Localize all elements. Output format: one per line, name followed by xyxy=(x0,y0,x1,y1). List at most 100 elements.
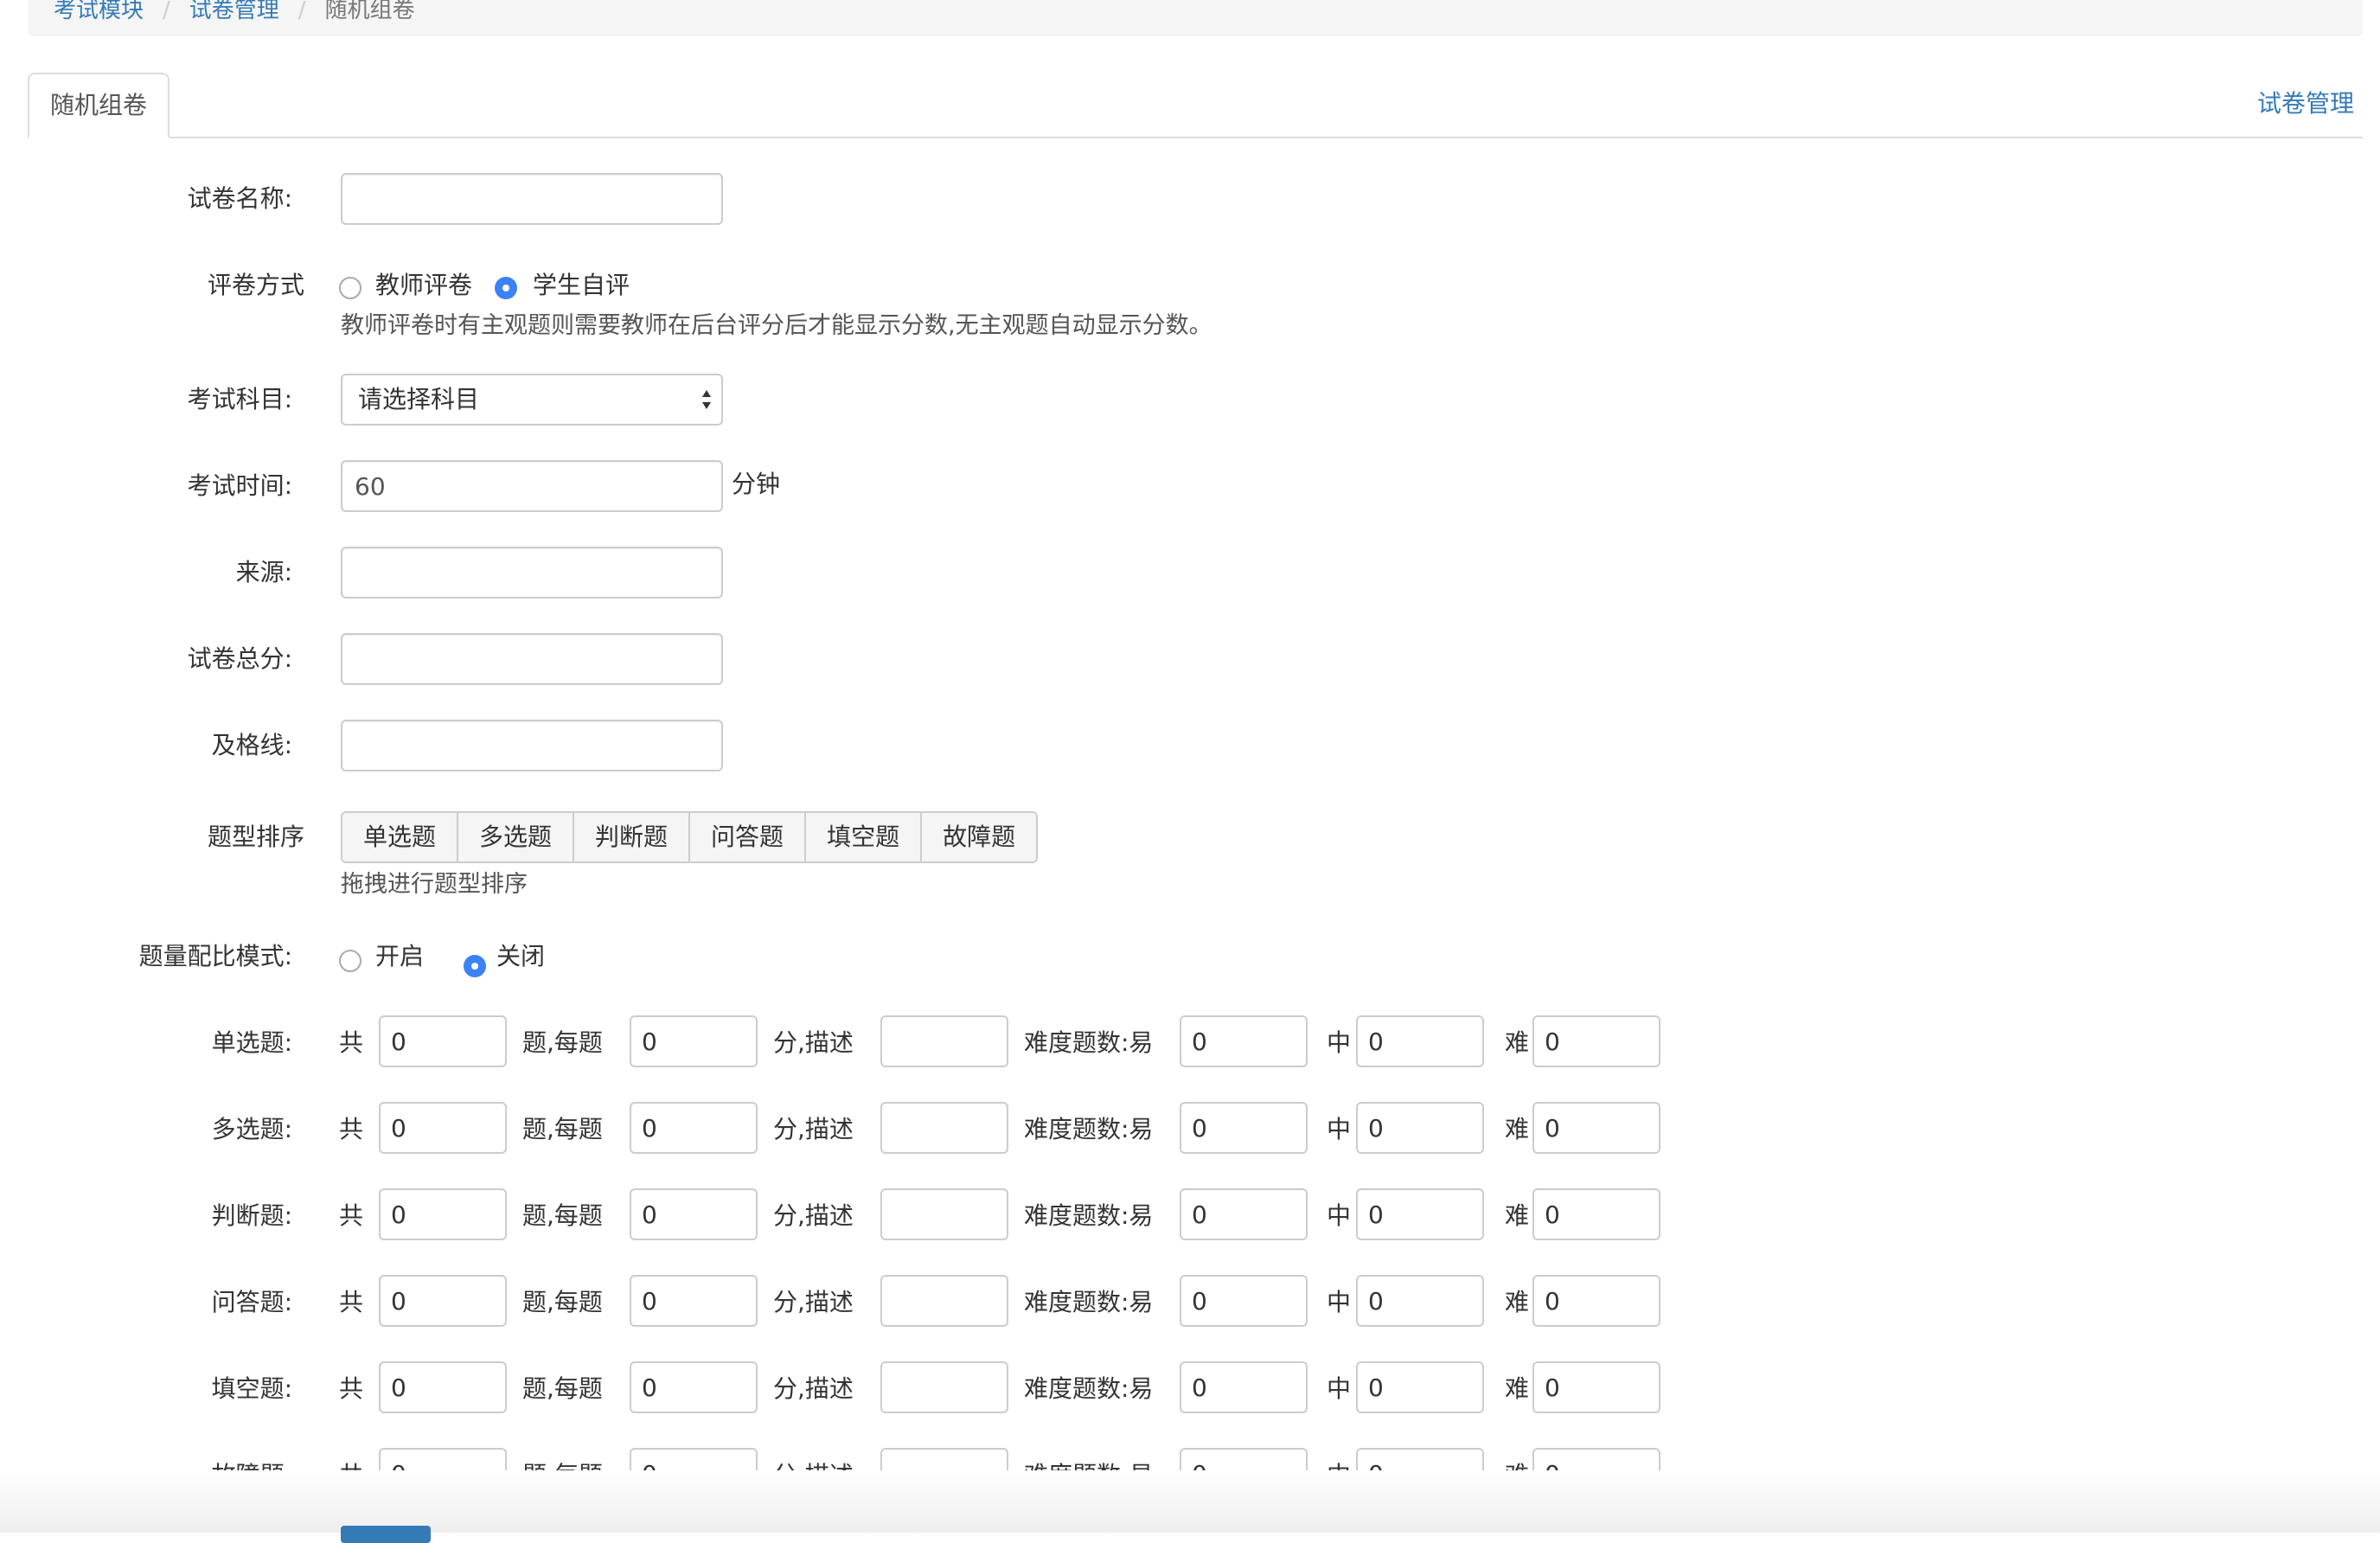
duration-unit: 分钟 xyxy=(732,470,781,498)
per-question-word: 题,每题 xyxy=(522,1028,603,1057)
radio-ratio-off-label: 关闭 xyxy=(496,942,546,970)
question-row-single-choice: 单选题: 共 题,每题 分,描述 难度题数:易 中 难 xyxy=(0,1015,2380,1071)
hard-count-input[interactable] xyxy=(1532,1275,1660,1327)
medium-word: 中 xyxy=(1327,1374,1352,1403)
description-word: 分,描述 xyxy=(773,1288,854,1316)
easy-count-input[interactable] xyxy=(1180,1102,1308,1154)
description-input[interactable] xyxy=(880,1275,1008,1327)
breadcrumb-link-paper-management[interactable]: 试卷管理 xyxy=(189,0,279,22)
radio-student-self-grading[interactable] xyxy=(495,277,517,299)
tab-bar-divider xyxy=(28,137,2363,138)
paper-name-label: 试卷名称: xyxy=(187,184,292,213)
score-per-question-input[interactable] xyxy=(630,1015,758,1067)
medium-count-input[interactable] xyxy=(1356,1102,1484,1154)
description-input[interactable] xyxy=(880,1188,1008,1240)
radio-teacher-grading[interactable] xyxy=(339,277,361,299)
type-order-fill-blank[interactable]: 填空题 xyxy=(804,811,923,863)
difficulty-easy-word: 难度题数:易 xyxy=(1024,1201,1154,1230)
question-count-input[interactable] xyxy=(379,1275,507,1327)
easy-count-input[interactable] xyxy=(1180,1361,1308,1413)
paper-management-link[interactable]: 试卷管理 xyxy=(2257,73,2354,135)
question-count-input[interactable] xyxy=(379,1102,507,1154)
breadcrumb-link-exam-module[interactable]: 考试模块 xyxy=(54,0,144,22)
radio-ratio-on[interactable] xyxy=(339,950,361,972)
submit-button[interactable] xyxy=(341,1526,431,1543)
total-score-input[interactable] xyxy=(341,633,723,685)
description-word: 分,描述 xyxy=(773,1115,854,1143)
easy-count-input[interactable] xyxy=(1180,1015,1308,1067)
question-count-input[interactable] xyxy=(379,1361,507,1413)
hard-count-input[interactable] xyxy=(1532,1188,1660,1240)
question-count-input[interactable] xyxy=(379,1015,507,1067)
total-word: 共 xyxy=(339,1374,364,1403)
score-per-question-input[interactable] xyxy=(630,1188,758,1240)
question-row-label: 单选题: xyxy=(211,1028,292,1057)
easy-count-input[interactable] xyxy=(1180,1275,1308,1327)
hard-count-input[interactable] xyxy=(1532,1015,1660,1067)
hard-word: 难 xyxy=(1505,1288,1530,1316)
description-input[interactable] xyxy=(880,1102,1008,1154)
pass-line-input[interactable] xyxy=(341,720,723,772)
bottom-shadow xyxy=(0,1470,2380,1533)
grading-method-label: 评卷方式 xyxy=(207,271,304,299)
medium-count-input[interactable] xyxy=(1356,1275,1484,1327)
description-input[interactable] xyxy=(880,1015,1008,1067)
score-per-question-input[interactable] xyxy=(630,1361,758,1413)
total-word: 共 xyxy=(339,1288,364,1316)
duration-label: 考试时间: xyxy=(187,471,292,500)
difficulty-easy-word: 难度题数:易 xyxy=(1024,1374,1154,1403)
subject-select[interactable]: 请选择科目 xyxy=(341,374,723,426)
question-row-label: 多选题: xyxy=(211,1115,292,1143)
difficulty-easy-word: 难度题数:易 xyxy=(1024,1028,1154,1057)
subject-select-value: 请选择科目 xyxy=(358,385,480,413)
total-score-label: 试卷总分: xyxy=(187,644,292,673)
question-count-input[interactable] xyxy=(379,1188,507,1240)
question-row-short-answer: 问答题: 共 题,每题 分,描述 难度题数:易 中 难 xyxy=(0,1275,2380,1330)
type-order-fault[interactable]: 故障题 xyxy=(920,811,1039,863)
description-word: 分,描述 xyxy=(773,1028,854,1057)
description-word: 分,描述 xyxy=(773,1374,854,1403)
duration-input[interactable] xyxy=(341,460,723,512)
medium-count-input[interactable] xyxy=(1356,1188,1484,1240)
medium-count-input[interactable] xyxy=(1356,1015,1484,1067)
per-question-word: 题,每题 xyxy=(522,1374,603,1403)
description-word: 分,描述 xyxy=(773,1201,854,1230)
breadcrumb-current: 随机组卷 xyxy=(324,0,415,23)
question-row-fill-blank: 填空题: 共 题,每题 分,描述 难度题数:易 中 难 xyxy=(0,1361,2380,1417)
source-label: 来源: xyxy=(235,558,292,586)
hard-word: 难 xyxy=(1505,1115,1530,1143)
score-per-question-input[interactable] xyxy=(630,1275,758,1327)
type-order-multiple-choice[interactable]: 多选题 xyxy=(457,811,575,863)
hard-word: 难 xyxy=(1505,1374,1530,1403)
radio-teacher-grading-label: 教师评卷 xyxy=(375,271,473,299)
type-order-true-false[interactable]: 判断题 xyxy=(573,811,691,863)
type-order-label: 题型排序 xyxy=(207,823,304,851)
medium-word: 中 xyxy=(1327,1028,1352,1057)
source-input[interactable] xyxy=(341,547,723,599)
hard-count-input[interactable] xyxy=(1532,1102,1660,1154)
question-row-multiple-choice: 多选题: 共 题,每题 分,描述 难度题数:易 中 难 xyxy=(0,1102,2380,1157)
type-order-single-choice[interactable]: 单选题 xyxy=(341,811,459,863)
tab-random-paper[interactable]: 随机组卷 xyxy=(28,73,170,138)
paper-name-input[interactable] xyxy=(341,173,723,225)
radio-ratio-off[interactable] xyxy=(464,955,486,977)
hard-word: 难 xyxy=(1505,1201,1530,1230)
type-order-help-text: 拖拽进行题型排序 xyxy=(341,871,528,898)
medium-count-input[interactable] xyxy=(1356,1361,1484,1413)
hard-count-input[interactable] xyxy=(1532,1361,1660,1413)
breadcrumb: 考试模块 / 试卷管理 / 随机组卷 xyxy=(28,0,2363,36)
breadcrumb-separator: / xyxy=(298,0,306,23)
subject-label: 考试科目: xyxy=(187,385,292,413)
description-input[interactable] xyxy=(880,1361,1008,1413)
score-per-question-input[interactable] xyxy=(630,1102,758,1154)
type-order-short-answer[interactable]: 问答题 xyxy=(688,811,807,863)
ratio-mode-label: 题量配比模式: xyxy=(138,942,292,970)
grading-help-text: 教师评卷时有主观题则需要教师在后台评分后才能显示分数,无主观题自动显示分数。 xyxy=(341,312,1212,339)
question-row-label: 问答题: xyxy=(211,1288,292,1316)
easy-count-input[interactable] xyxy=(1180,1188,1308,1240)
type-order-button-group: 单选题 多选题 判断题 问答题 填空题 故障题 xyxy=(341,811,1039,863)
total-word: 共 xyxy=(339,1201,364,1230)
total-word: 共 xyxy=(339,1028,364,1057)
select-arrows-icon xyxy=(702,390,711,409)
medium-word: 中 xyxy=(1327,1288,1352,1316)
